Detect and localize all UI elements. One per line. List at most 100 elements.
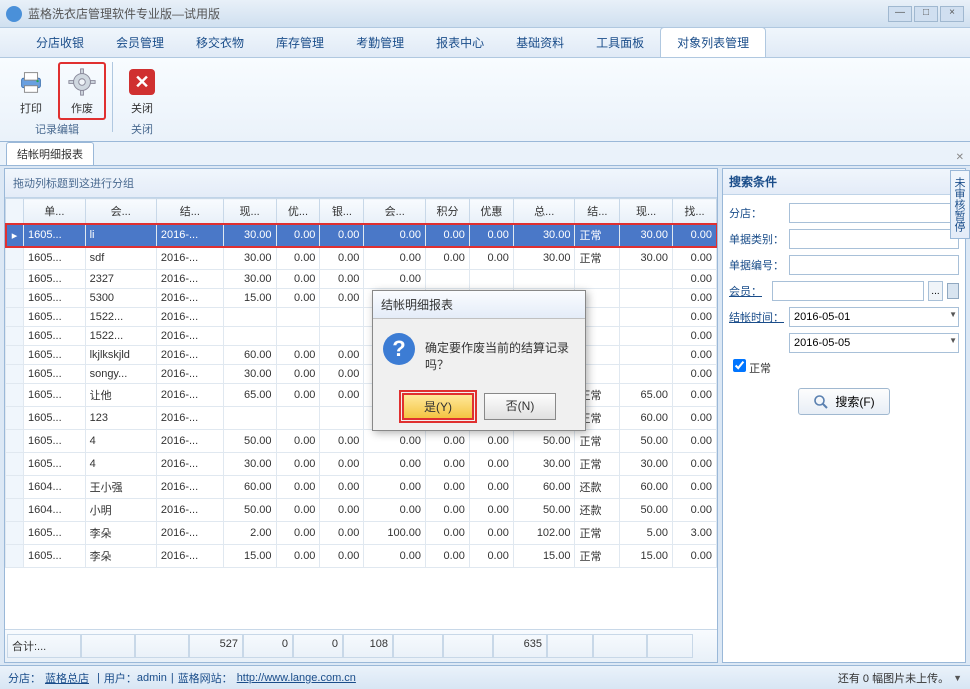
table-row[interactable]: 1605...lkjlkskjld2016-...60.000.000.000.… [6, 346, 717, 365]
bill-no-input[interactable] [789, 255, 959, 275]
menu-item-7[interactable]: 工具面板 [580, 28, 660, 57]
status-site-link[interactable]: http://www.lange.com.cn [237, 672, 356, 684]
row-indicator [6, 407, 24, 430]
footer-cell [81, 634, 135, 658]
column-header[interactable]: 会... [85, 199, 156, 224]
column-header[interactable]: 优... [276, 199, 320, 224]
dialog-yes-button[interactable]: 是(Y) [402, 393, 474, 420]
member-lookup-button[interactable]: ... [928, 281, 944, 301]
menu-item-6[interactable]: 基础资料 [500, 28, 580, 57]
cell [513, 270, 575, 289]
member-input[interactable] [772, 281, 924, 301]
cell: 50.00 [513, 430, 575, 453]
void-button[interactable]: 作废 [58, 62, 106, 120]
search-panel: 搜索条件 分店： ▼ 单据类别： ▼ 单据编号： 会员： ... 结帐时间： ▼… [722, 168, 966, 663]
right-sidebar-tab[interactable]: 未审核暂停 [950, 170, 970, 239]
row-indicator-header [6, 199, 24, 224]
cell: 123 [85, 407, 156, 430]
table-row[interactable]: 1605...53002016-...15.000.000.002.70.00 [6, 289, 717, 308]
cell: 1522... [85, 327, 156, 346]
cell [469, 270, 513, 289]
column-header[interactable]: 银... [320, 199, 364, 224]
cell: 0.00 [673, 270, 717, 289]
cell: 0.00 [469, 247, 513, 270]
cell: 正常 [575, 224, 620, 247]
table-row[interactable]: 1605...让他2016-...65.000.000.000.000.000.… [6, 384, 717, 407]
search-icon [813, 394, 829, 410]
cell: 0.00 [320, 545, 364, 568]
date-to-input[interactable] [789, 333, 959, 353]
chevron-down-icon[interactable]: ▼ [953, 673, 962, 683]
bill-type-combo[interactable] [789, 229, 959, 249]
cell: 1605... [24, 224, 86, 247]
cell: 2016-... [156, 247, 223, 270]
menu-item-3[interactable]: 库存管理 [260, 28, 340, 57]
date-from-input[interactable] [789, 307, 959, 327]
column-header[interactable]: 总... [513, 199, 575, 224]
table-row[interactable]: 1605...1522...2016-...2.70.00 [6, 308, 717, 327]
minimize-button[interactable]: — [888, 6, 912, 22]
close-button[interactable]: ✕ 关闭 [119, 63, 165, 119]
cell: 30.00 [223, 270, 276, 289]
menu-item-4[interactable]: 考勤管理 [340, 28, 420, 57]
column-header[interactable]: 现... [223, 199, 276, 224]
column-header[interactable]: 现... [620, 199, 673, 224]
label-member-link[interactable]: 会员： [729, 283, 768, 299]
normal-checkbox-label[interactable]: 正常 [733, 363, 771, 375]
dialog-no-button[interactable]: 否(N) [484, 393, 556, 420]
branch-combo[interactable] [789, 203, 959, 223]
table-row[interactable]: 1605...songy...2016-...30.000.000.000.00… [6, 365, 717, 384]
column-header[interactable]: 优惠 [469, 199, 513, 224]
data-grid[interactable]: 单...会...结...现...优...银...会...积分优惠总...结...… [5, 198, 717, 629]
column-header[interactable]: 会... [364, 199, 426, 224]
menu-item-8[interactable]: 对象列表管理 [660, 27, 766, 57]
cell: 50.00 [513, 499, 575, 522]
dialog-message: 确定要作废当前的结算记录吗？ [425, 333, 575, 373]
table-row[interactable]: 1605...42016-...50.000.000.000.000.000.0… [6, 430, 717, 453]
row-indicator: ▸ [6, 224, 24, 247]
table-row[interactable]: 1605...李朵2016-...15.000.000.000.000.000.… [6, 545, 717, 568]
menu-bar: 分店收银会员管理移交衣物库存管理考勤管理报表中心基础资料工具面板对象列表管理 [0, 28, 970, 58]
table-row[interactable]: 1604...王小强2016-...60.000.000.000.000.000… [6, 476, 717, 499]
menu-item-2[interactable]: 移交衣物 [180, 28, 260, 57]
window-close-button[interactable]: × [940, 6, 964, 22]
status-branch-link[interactable]: 蓝格总店 [45, 670, 89, 686]
print-button[interactable]: 打印 [8, 63, 54, 119]
table-row[interactable]: 1605...李朵2016-...2.000.000.00100.000.000… [6, 522, 717, 545]
card-icon[interactable] [947, 283, 959, 299]
cell: 1605... [24, 453, 86, 476]
column-header[interactable]: 单... [24, 199, 86, 224]
table-row[interactable]: 1605...1232016-...0.000.000.0060.00正常60.… [6, 407, 717, 430]
column-header[interactable]: 积分 [425, 199, 469, 224]
normal-checkbox[interactable] [733, 359, 746, 372]
table-row[interactable]: 1604...小明2016-...50.000.000.000.000.000.… [6, 499, 717, 522]
cell: sdf [85, 247, 156, 270]
search-button[interactable]: 搜索(F) [798, 388, 889, 415]
cell: 65.00 [620, 384, 673, 407]
table-row[interactable]: 1605...1522...2016-...5.40.00 [6, 327, 717, 346]
table-row[interactable]: 1605...23272016-...30.000.000.000.000.00 [6, 270, 717, 289]
column-header[interactable]: 结... [156, 199, 223, 224]
table-row[interactable]: 1605...42016-...30.000.000.000.000.000.0… [6, 453, 717, 476]
maximize-button[interactable]: □ [914, 6, 938, 22]
tab-close-icon[interactable]: ✕ [950, 150, 970, 165]
label-time-link[interactable]: 结帐时间： [729, 309, 785, 325]
cell: 30.00 [620, 224, 673, 247]
menu-item-1[interactable]: 会员管理 [100, 28, 180, 57]
cell: 1604... [24, 499, 86, 522]
menu-item-5[interactable]: 报表中心 [420, 28, 500, 57]
row-indicator [6, 365, 24, 384]
cell: 60.00 [223, 476, 276, 499]
table-row[interactable]: 1605...sdf2016-...30.000.000.000.000.000… [6, 247, 717, 270]
column-header[interactable]: 结... [575, 199, 620, 224]
tab-report[interactable]: 结帐明细报表 [6, 142, 94, 165]
group-by-hint[interactable]: 拖动列标题到这进行分组 [5, 169, 717, 198]
cell: 65.00 [223, 384, 276, 407]
column-header[interactable]: 找... [673, 199, 717, 224]
row-indicator [6, 247, 24, 270]
cell: 0.00 [425, 453, 469, 476]
cell [223, 327, 276, 346]
menu-item-0[interactable]: 分店收银 [20, 28, 100, 57]
table-row[interactable]: ▸1605...li2016-...30.000.000.000.000.000… [6, 224, 717, 247]
status-user-label: 用户： [104, 670, 137, 686]
